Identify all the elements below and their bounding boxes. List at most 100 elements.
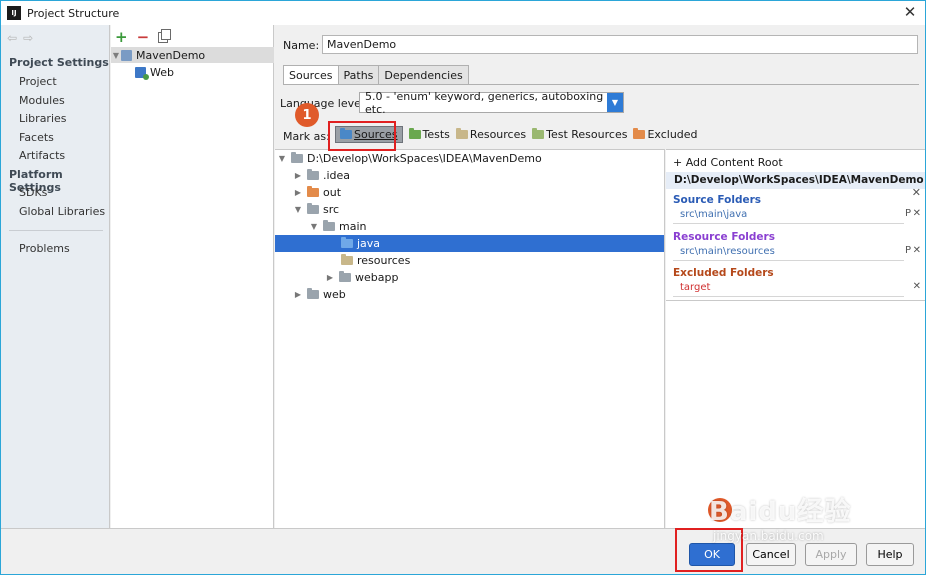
tree-label: webapp [355,271,399,284]
nav-item-facets[interactable]: Facets [19,131,54,144]
tree-label: .idea [323,169,351,182]
add-icon[interactable]: + [115,28,128,46]
tab-dependencies[interactable]: Dependencies [378,65,469,85]
help-button[interactable]: Help [866,543,914,566]
expand-arrow-icon[interactable]: ▶ [325,273,335,282]
nav-item-artifacts[interactable]: Artifacts [19,149,65,162]
close-icon[interactable]: ✕ [901,3,919,21]
copy-icon[interactable] [158,28,172,43]
mark-excluded-button[interactable]: Excluded [633,128,698,141]
resource-folder-icon [341,254,353,265]
mark-label: Excluded [647,128,698,141]
mark-as-label: Mark as: [283,130,330,143]
mark-label: Tests [422,128,450,141]
content-root-path: D:\Develop\WorkSpaces\IDEA\MavenDemo [674,174,924,186]
project-structure-dialog: IJ Project Structure ✕ ⇦ ⇨ Project Setti… [0,0,926,575]
dropdown-arrow-icon[interactable]: ▼ [607,93,623,112]
collapse-arrow-icon[interactable]: ▼ [309,222,319,231]
module-panel: + − ▼ MavenDemo Web [111,25,274,528]
sources-highlight-box [328,121,396,151]
folder-icon [339,271,351,282]
mark-tests-button[interactable]: Tests [408,128,450,141]
expand-arrow-icon[interactable]: ▶ [293,290,303,299]
nav-item-sdks[interactable]: SDKs [19,186,47,199]
mark-resources-button[interactable]: Resources [455,128,527,141]
tab-paths[interactable]: Paths [337,65,380,85]
content-tree: ▼ D:\Develop\WorkSpaces\IDEA\MavenDemo ▶… [275,149,665,528]
step-badge: 1 [295,103,319,127]
back-arrow-icon[interactable]: ⇦ [7,31,17,45]
tree-row[interactable]: ▶ web [275,286,664,303]
remove-root-icon[interactable]: ✕ [912,186,921,199]
tab-sources[interactable]: Sources [283,65,339,85]
add-content-root-button[interactable]: + Add Content Root [673,156,783,169]
module-row[interactable]: ▼ MavenDemo [111,47,274,63]
module-row[interactable]: Web [111,64,274,80]
tab-underline [283,84,919,85]
nav-item-global-libraries[interactable]: Global Libraries [19,205,105,218]
edit-properties-icon[interactable]: P [905,245,911,256]
name-input[interactable] [322,35,918,54]
expand-arrow-icon[interactable]: ▶ [293,171,303,180]
collapse-arrow-icon[interactable]: ▼ [293,205,303,214]
expand-arrow-icon[interactable]: ▼ [277,154,287,163]
folder-icon [323,220,335,231]
tree-label: web [323,288,346,301]
module-label: Web [150,65,174,79]
nav-item-libraries[interactable]: Libraries [19,112,67,125]
nav-item-problems[interactable]: Problems [19,242,70,255]
remove-folder-icon[interactable]: ✕ [913,281,921,292]
source-folders-title: Source Folders [673,194,762,206]
folder-icon [532,128,545,139]
tree-row[interactable]: ▼ src [275,201,664,218]
excluded-folder-icon [307,186,319,197]
apply-button[interactable]: Apply [805,543,857,566]
web-facet-icon [135,66,149,80]
tree-row[interactable]: ▶ webapp [275,269,664,286]
folder-icon [291,152,303,163]
expand-arrow-icon[interactable]: ▶ [293,188,303,197]
edit-properties-icon[interactable]: P [905,208,911,219]
tree-row[interactable]: ▼ main [275,218,664,235]
language-level-label: Language level: [280,97,368,110]
language-level-select[interactable]: 5.0 - 'enum' keyword, generics, autoboxi… [359,90,624,116]
path-divider [673,260,904,261]
window-title: Project Structure [27,6,120,20]
folder-icon [307,169,319,180]
tree-label: out [323,186,342,199]
remove-icon[interactable]: − [137,28,150,46]
content-root-header: D:\Develop\WorkSpaces\IDEA\MavenDemo ✕ [666,172,925,199]
cancel-button[interactable]: Cancel [746,543,796,566]
source-folder-icon [341,237,353,248]
tree-row[interactable]: ▶ out [275,184,664,201]
tree-label: resources [357,254,411,267]
nav-history: ⇦ ⇨ [7,31,33,45]
folder-icon [307,288,319,299]
roots-bottom-border [666,300,925,301]
nav-divider [9,230,103,231]
nav-item-project[interactable]: Project [19,75,57,88]
remove-folder-icon[interactable]: ✕ [913,245,921,256]
tree-row[interactable]: java [275,235,664,252]
excluded-folder-path: target [680,282,711,293]
module-tabs: Sources Paths Dependencies [283,65,469,85]
tree-label: java [357,237,381,250]
path-divider [673,223,904,224]
tree-row[interactable]: ▼ D:\Develop\WorkSpaces\IDEA\MavenDemo [275,150,664,167]
folder-icon [307,203,319,214]
tree-row[interactable]: ▶ .idea [275,167,664,184]
remove-folder-icon[interactable]: ✕ [913,208,921,219]
baidu-watermark: Baidu经验 [709,497,852,527]
module-toolbar: + − [115,28,172,46]
tree-label: src [323,203,340,216]
tree-row[interactable]: resources [275,252,664,269]
nav-item-modules[interactable]: Modules [19,94,65,107]
settings-nav: ⇦ ⇨ Project Settings Project Modules Lib… [1,25,110,528]
mark-label: Resources [469,128,527,141]
path-divider [673,296,904,297]
folder-icon [455,128,468,139]
collapse-arrow-icon[interactable]: ▼ [111,51,121,60]
plus-icon: + [673,156,683,169]
mark-test-resources-button[interactable]: Test Resources [532,128,627,141]
forward-arrow-icon[interactable]: ⇨ [23,31,33,45]
